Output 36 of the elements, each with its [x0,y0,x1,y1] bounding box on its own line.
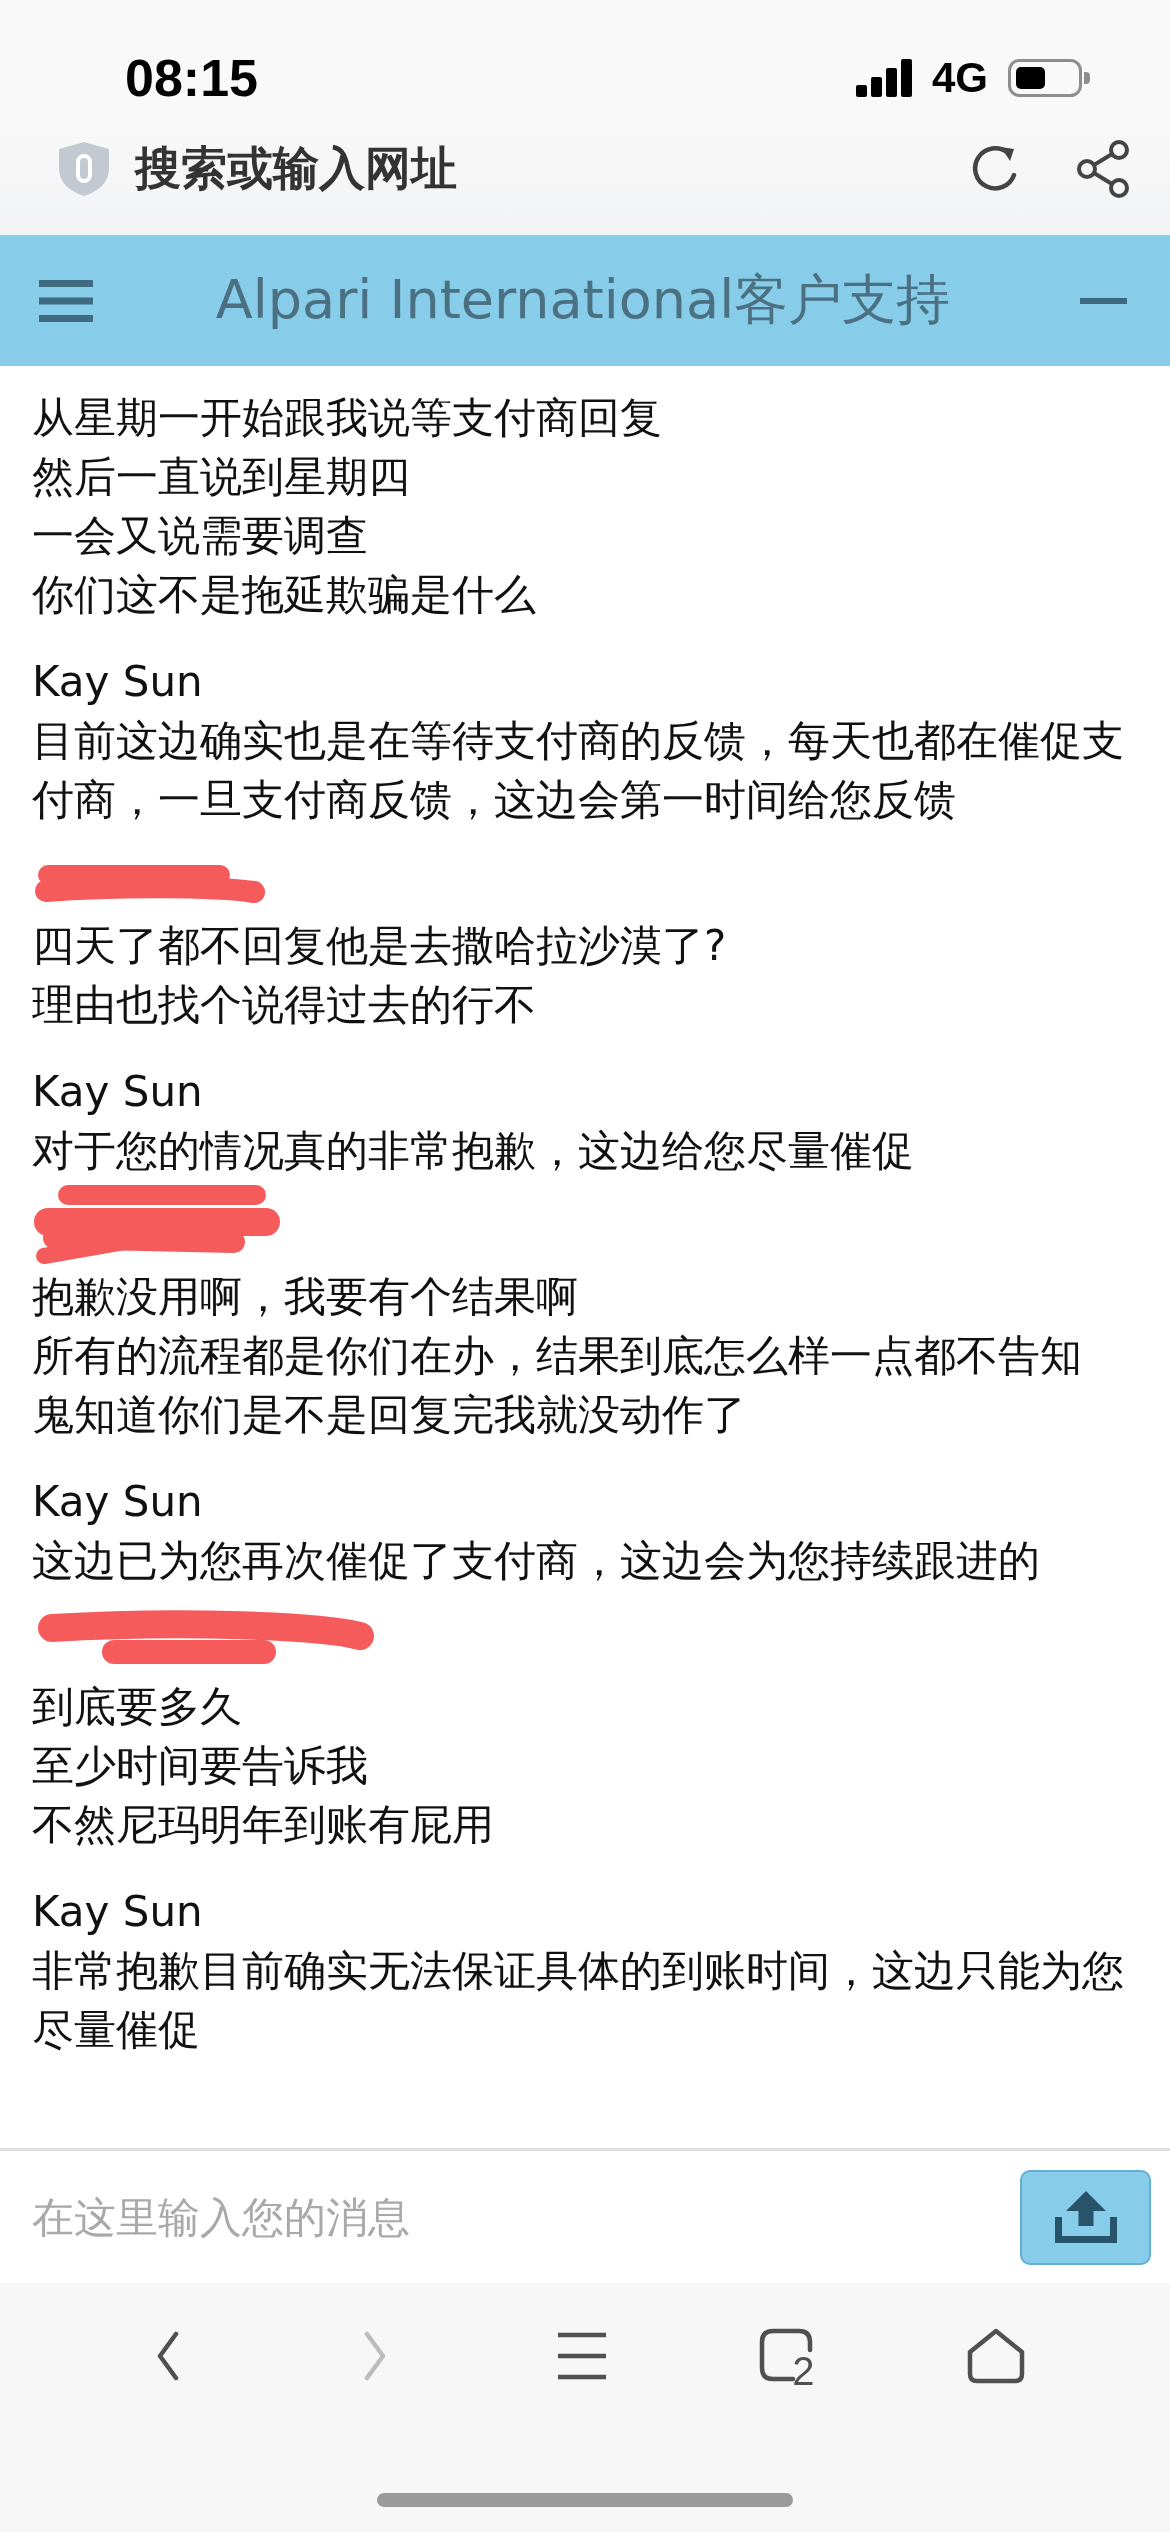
clock-time: 08:15 [125,48,258,108]
send-button[interactable] [1020,2169,1151,2265]
battery-icon [1008,59,1090,97]
sender-name: Kay Sun [32,1066,203,1118]
message-text: 至少时间要告诉我 [32,1740,368,1792]
message-text: 你们这不是拖延欺骗是什么 [32,569,536,621]
menu-icon[interactable] [39,279,93,322]
shield-icon [58,140,110,197]
message-text: 不然尼玛明年到账有屁用 [32,1799,494,1851]
upload-icon [1054,2191,1117,2243]
message-input[interactable]: 在这里输入您的消息 [32,2187,1020,2247]
message-text: 抱歉没用啊，我要有个结果啊 [32,1271,578,1323]
message-text: 理由也找个说得过去的行不 [32,979,536,1031]
message-text: 目前这边确实也是在等待支付商的反馈，每天也都在催促支付商，一旦支付商反馈，这边会第一时间给您反馈 [32,715,1125,826]
message-text: 鬼知道你们是不是回复完我就没动作了 [32,1389,746,1441]
tabs-button[interactable]: 2 [758,2328,819,2384]
sender-name: Kay Sun [32,1886,203,1938]
message-text: 四天了都不回复他是去撒哈拉沙漠了? [32,920,727,972]
back-icon[interactable] [155,2331,180,2381]
message-text: 对于您的情况真的非常抱歉，这边给您尽量催促 [32,1125,914,1177]
message-text: 所有的流程都是你们在办，结果到底怎么样一点都不告知 [32,1330,1082,1382]
menu-icon[interactable] [557,2332,606,2380]
signal-icon [855,59,912,97]
message-text: 到底要多久 [32,1681,242,1733]
network-label: 4G [931,54,988,102]
message-text: 这边已为您再次催促了支付商，这边会为您持续跟进的 [32,1535,1040,1587]
sender-name: Kay Sun [32,656,203,708]
share-icon[interactable] [1076,139,1130,198]
sender-name: Kay Sun [32,1476,203,1528]
message-text: 一会又说需要调查 [32,510,368,562]
message-text: 然后一直说到星期四 [32,451,410,503]
message-text: 非常抱歉目前确实无法保证具体的到账时间，这边只能为您尽量催促 [32,1945,1125,2056]
home-icon[interactable] [966,2328,1025,2384]
chat-title: Alpari International客户支持 [215,267,951,333]
message-text: 从星期一开始跟我说等支付商回复 [32,392,662,444]
minimize-icon[interactable] [1080,297,1127,304]
